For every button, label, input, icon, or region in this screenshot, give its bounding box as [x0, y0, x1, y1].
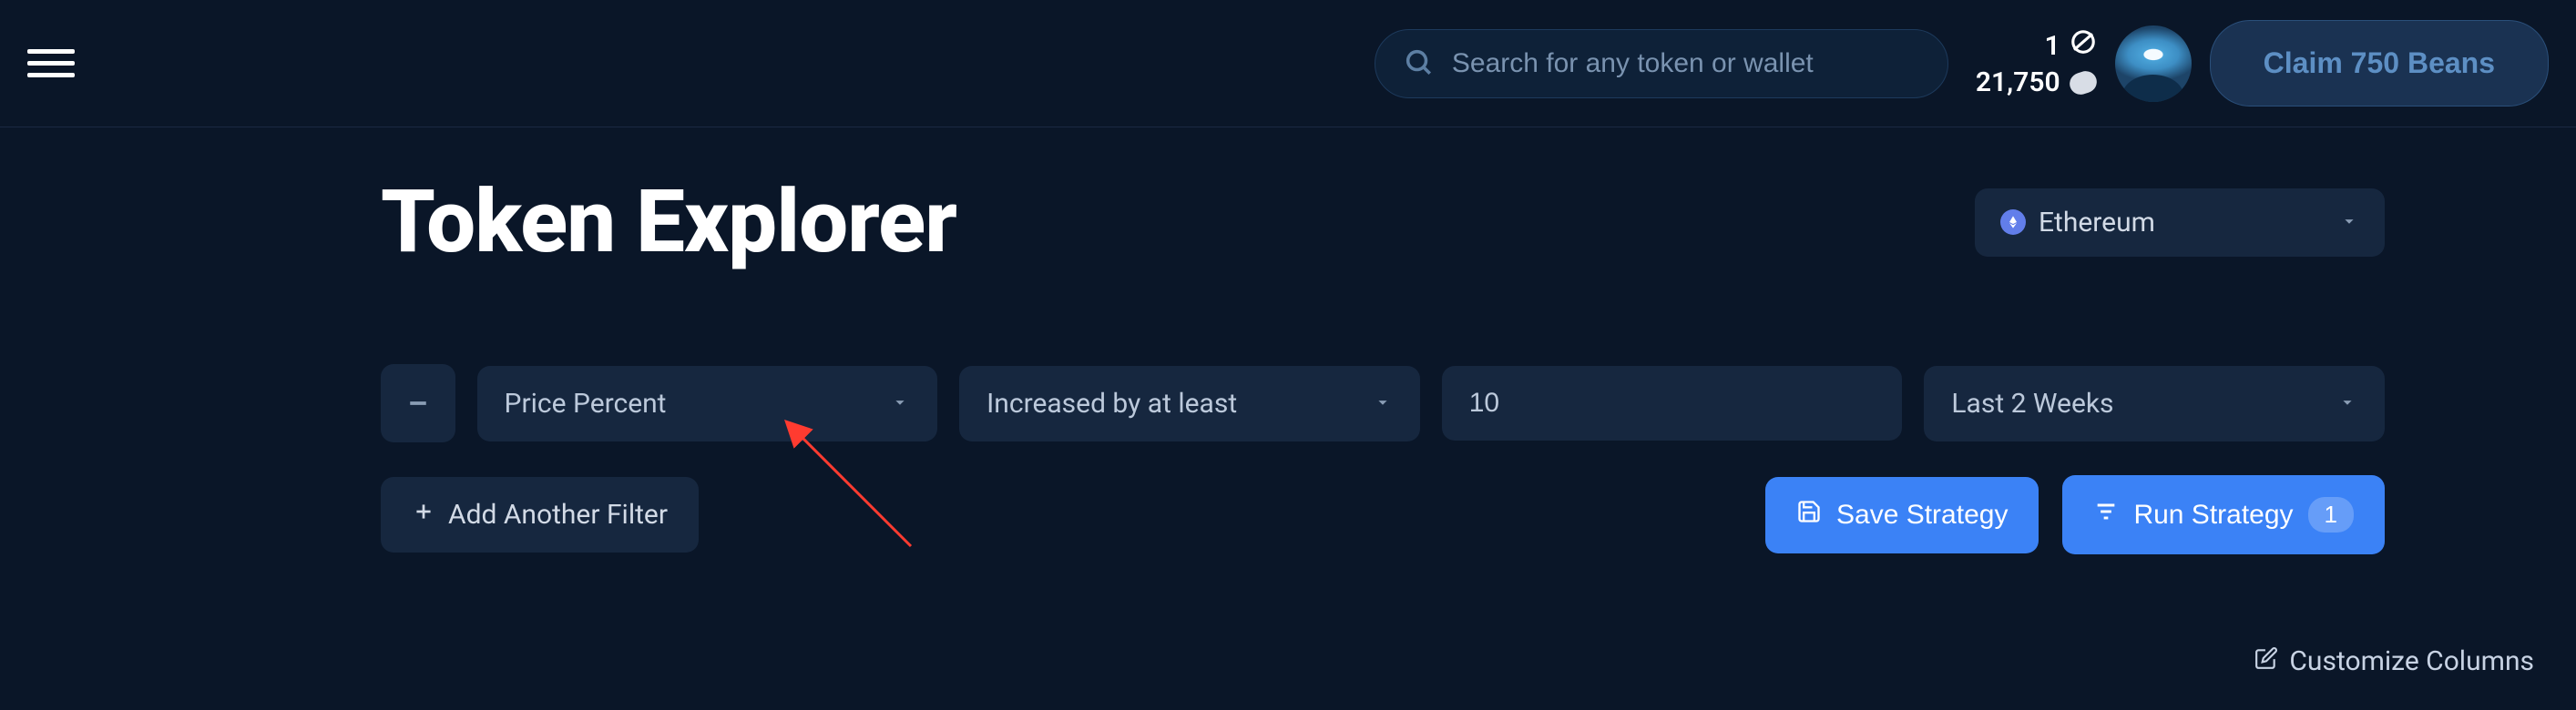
avatar[interactable] — [2115, 25, 2192, 102]
ethereum-icon — [2000, 209, 2026, 235]
chevron-down-icon — [2337, 388, 2357, 420]
add-filter-label: Add Another Filter — [448, 499, 668, 531]
customize-columns-label: Customize Columns — [2289, 645, 2534, 677]
menu-button[interactable] — [27, 49, 75, 77]
search-icon — [1403, 46, 1434, 81]
chevron-down-icon — [2339, 207, 2359, 238]
customize-columns-link[interactable]: Customize Columns — [2254, 645, 2534, 677]
save-icon — [1796, 499, 1822, 532]
topbar: 1 21,750 Claim 750 Beans — [0, 0, 2576, 127]
claim-beans-button[interactable]: Claim 750 Beans — [2210, 20, 2549, 106]
filter-period-value: Last 2 Weeks — [1951, 388, 2113, 420]
filter-value-input-wrap[interactable] — [1442, 366, 1903, 441]
run-count-badge: 1 — [2308, 497, 2354, 532]
filter-icon — [2093, 499, 2119, 532]
stat-bottom-value: 21,750 — [1976, 66, 2060, 98]
filter-value-input[interactable] — [1469, 388, 1876, 419]
stat-top-value: 1 — [2045, 30, 2060, 62]
filter-condition-value: Increased by at least — [986, 388, 1237, 420]
filter-metric-value: Price Percent — [505, 388, 667, 420]
filter-condition-select[interactable]: Increased by at least — [959, 366, 1420, 441]
save-strategy-label: Save Strategy — [1836, 500, 2008, 531]
save-strategy-button[interactable]: Save Strategy — [1765, 477, 2039, 553]
edit-icon — [2254, 645, 2278, 677]
ring-icon — [2070, 28, 2097, 63]
network-selector[interactable]: Ethereum — [1975, 188, 2385, 257]
page-title: Token Explorer — [381, 171, 956, 273]
run-strategy-label: Run Strategy — [2133, 500, 2293, 531]
chevron-down-icon — [1373, 388, 1393, 420]
filter-metric-select[interactable]: Price Percent — [477, 366, 938, 441]
bean-icon — [2067, 67, 2100, 96]
network-label: Ethereum — [2039, 207, 2155, 238]
run-strategy-button[interactable]: Run Strategy 1 — [2062, 475, 2385, 554]
actions-row: Add Another Filter Save Strategy Run Str… — [0, 475, 2576, 554]
filter-row: Price Percent Increased by at least Last… — [0, 364, 2576, 442]
main-content: Token Explorer Ethereum Price Percent In… — [0, 127, 2576, 677]
search-input[interactable] — [1452, 48, 1920, 79]
add-filter-button[interactable]: Add Another Filter — [381, 477, 699, 553]
remove-filter-button[interactable] — [381, 364, 455, 442]
points-display: 1 21,750 — [1976, 28, 2097, 98]
chevron-down-icon — [890, 388, 910, 420]
search-box[interactable] — [1375, 29, 1948, 98]
plus-icon — [412, 499, 435, 531]
filter-period-select[interactable]: Last 2 Weeks — [1924, 366, 2385, 441]
